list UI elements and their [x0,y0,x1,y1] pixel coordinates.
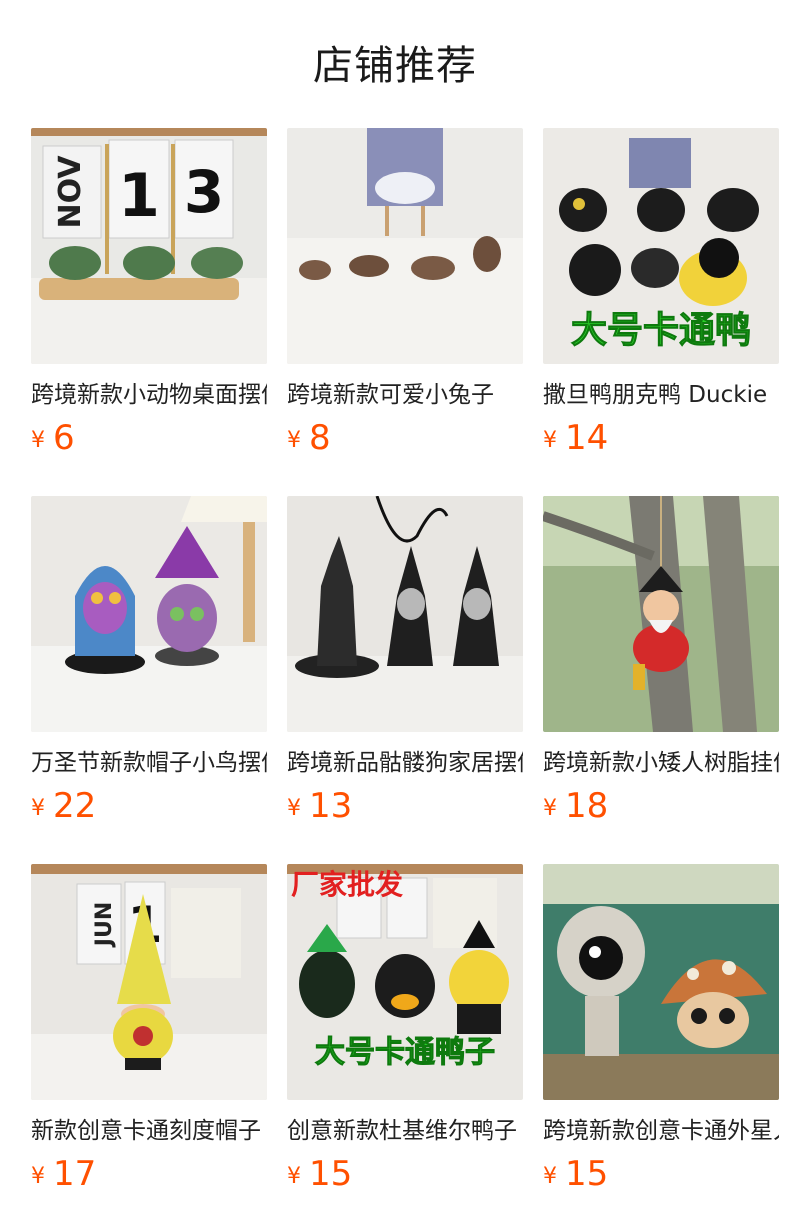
price-value: 6 [53,418,75,458]
product-price: ¥13 [287,784,352,828]
currency-symbol: ¥ [287,428,301,453]
image-overlay-text: 大号卡通鸭子 [315,1035,495,1070]
product-name[interactable]: 跨境新款可爱小兔子 [287,378,523,412]
product-price: ¥17 [31,1152,96,1196]
product-name[interactable]: 创意新款杜基维尔鸭子 [287,1114,523,1148]
currency-symbol: ¥ [287,1164,301,1189]
product-price: ¥15 [543,1152,608,1196]
product-image[interactable]: 厂家批发 大号卡通鸭子 [287,864,523,1100]
product-price: ¥15 [287,1152,352,1196]
page-title: 店铺推荐 [313,43,477,89]
product-name[interactable]: 跨境新款创意卡通外星人 [543,1114,779,1148]
product-image[interactable] [31,496,267,732]
currency-symbol: ¥ [31,796,45,821]
product-price: ¥14 [543,416,608,460]
product-price: ¥18 [543,784,608,828]
product-name[interactable]: 撒旦鸭朋克鸭 Duckie [543,378,779,412]
currency-symbol: ¥ [543,796,557,821]
price-value: 13 [309,786,353,826]
product-image[interactable] [287,496,523,732]
product-name[interactable]: 跨境新款小矮人树脂挂件 [543,746,779,780]
currency-symbol: ¥ [31,428,45,453]
product-price: ¥6 [31,416,75,460]
currency-symbol: ¥ [543,1164,557,1189]
product-image[interactable]: NOV 1 3 [31,128,267,364]
image-badge-text: 厂家批发 [291,868,403,901]
price-value: 15 [309,1154,353,1194]
product-name[interactable]: 新款创意卡通刻度帽子 [31,1114,267,1148]
price-value: 8 [309,418,331,458]
product-price: ¥8 [287,416,331,460]
image-overlay-text: 大号卡通鸭 [571,310,751,351]
currency-symbol: ¥ [31,1164,45,1189]
product-image[interactable]: JUN 1 [31,864,267,1100]
svg-text:1: 1 [118,161,160,231]
svg-text:NOV: NOV [53,155,88,229]
svg-text:JUN: JUN [92,902,117,948]
product-image[interactable] [543,864,779,1100]
product-price: ¥22 [31,784,96,828]
currency-symbol: ¥ [543,428,557,453]
price-value: 15 [565,1154,609,1194]
product-image[interactable]: 大号卡通鸭 [543,128,779,364]
product-image[interactable] [543,496,779,732]
svg-text:3: 3 [184,158,224,226]
product-name[interactable]: 跨境新款小动物桌面摆件 [31,378,267,412]
price-value: 22 [53,786,97,826]
product-name[interactable]: 万圣节新款帽子小鸟摆件 [31,746,267,780]
product-name[interactable]: 跨境新品骷髅狗家居摆件 [287,746,523,780]
price-value: 14 [565,418,609,458]
product-image[interactable] [287,128,523,364]
currency-symbol: ¥ [287,796,301,821]
price-value: 18 [565,786,609,826]
price-value: 17 [53,1154,97,1194]
